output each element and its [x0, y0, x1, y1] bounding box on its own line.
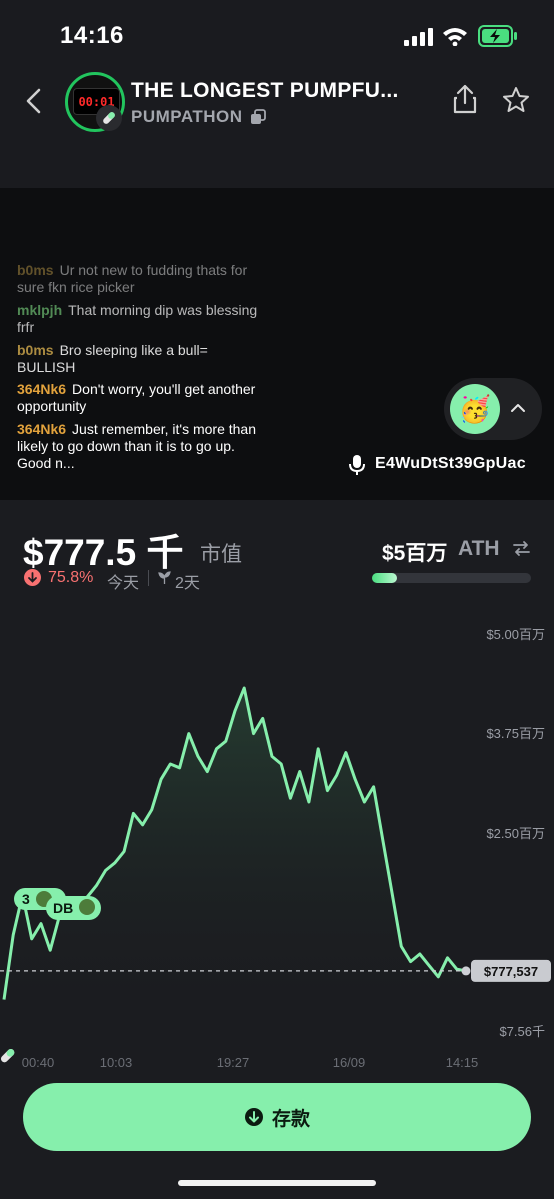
market-cap-value: $777.5 千 — [23, 532, 184, 573]
ath-progress-fill — [372, 573, 397, 583]
signal-icon — [404, 28, 433, 46]
share-icon[interactable] — [452, 84, 478, 114]
x-tick-label: 16/09 — [333, 1055, 366, 1070]
pepe-avatar-icon — [79, 899, 95, 915]
chat-message: 364Nk6 Just remember, it's more than like… — [17, 421, 257, 471]
deposit-label: 存款 — [271, 1108, 310, 1130]
token-title: THE LONGEST PUMPFU... — [131, 79, 399, 102]
x-tick-label: 19:27 — [217, 1055, 250, 1070]
y-tick-label: $2.50百万 — [486, 826, 545, 841]
market-cap-label: 市值 — [200, 543, 242, 566]
party-emoji-icon[interactable]: 🥳 — [450, 384, 500, 434]
current-value-dot — [461, 966, 471, 976]
chevron-up-icon[interactable] — [510, 402, 526, 414]
marker-label: DB — [53, 900, 73, 916]
status-time: 14:16 — [60, 22, 124, 49]
ath-value: $5百万 — [382, 542, 448, 565]
svg-text:$777,537: $777,537 — [484, 964, 538, 979]
pill-badge-icon — [96, 105, 122, 131]
token-ticker: PUMPATHON — [131, 107, 243, 126]
swap-icon[interactable] — [512, 540, 531, 557]
y-tick-label: $5.00百万 — [486, 627, 545, 642]
chat-message: b0ms Ur not new to fudding thats for sure… — [17, 262, 248, 295]
chat-message: mklpjh That morning dip was blessing frfr — [17, 302, 258, 335]
chart-area — [4, 688, 466, 1030]
sprout-icon — [158, 571, 171, 584]
x-tick-label: 14:15 — [446, 1055, 479, 1070]
chat-message: b0ms Bro sleeping like a bull= BULLISH — [17, 342, 208, 375]
deposit-button[interactable]: 存款 — [23, 1083, 531, 1151]
x-tick-label: 10:03 — [100, 1055, 133, 1070]
back-chevron-icon[interactable] — [24, 88, 44, 114]
header-bar: 00:01 THE LONGEST PUMPFU... PUMPATHON — [0, 60, 554, 180]
down-arrow-icon — [24, 569, 41, 586]
pill-icon — [0, 1048, 15, 1063]
change-percent: 75.8% — [48, 569, 94, 586]
marker-label: 3 — [22, 891, 30, 907]
reaction-pill[interactable]: 🥳 — [444, 378, 542, 440]
home-indicator — [178, 1180, 376, 1186]
copy-icon[interactable] — [250, 109, 266, 125]
microphone-icon — [349, 455, 365, 475]
speaker-address: E4WuDtSt39GpUac — [375, 455, 526, 472]
star-icon[interactable] — [502, 86, 530, 114]
current-value-tag: $777,537 — [471, 959, 551, 982]
y-tick-label: $3.75百万 — [486, 726, 545, 741]
token-age: 2天 — [175, 575, 200, 592]
divider — [148, 570, 149, 586]
wifi-icon — [443, 28, 467, 46]
y-tick-label: $7.56千 — [499, 1024, 545, 1039]
battery-charging-icon — [478, 25, 517, 47]
chat-message: 364Nk6 Don't worry, you'll get another op… — [17, 381, 256, 414]
livestream-area[interactable]: b0ms Ur not new to fudding thats for sure… — [0, 188, 554, 500]
x-tick-label: 00:40 — [22, 1055, 55, 1070]
download-arrow-icon — [244, 1108, 263, 1126]
ath-label: ATH — [458, 537, 500, 560]
change-period: 今天 — [107, 575, 140, 592]
ath-progress-track — [372, 573, 531, 583]
market-cap-chart[interactable]: $5.00百万 $3.75百万 $2.50百万 $7.56千 $777,537 3 D… — [0, 620, 554, 1070]
